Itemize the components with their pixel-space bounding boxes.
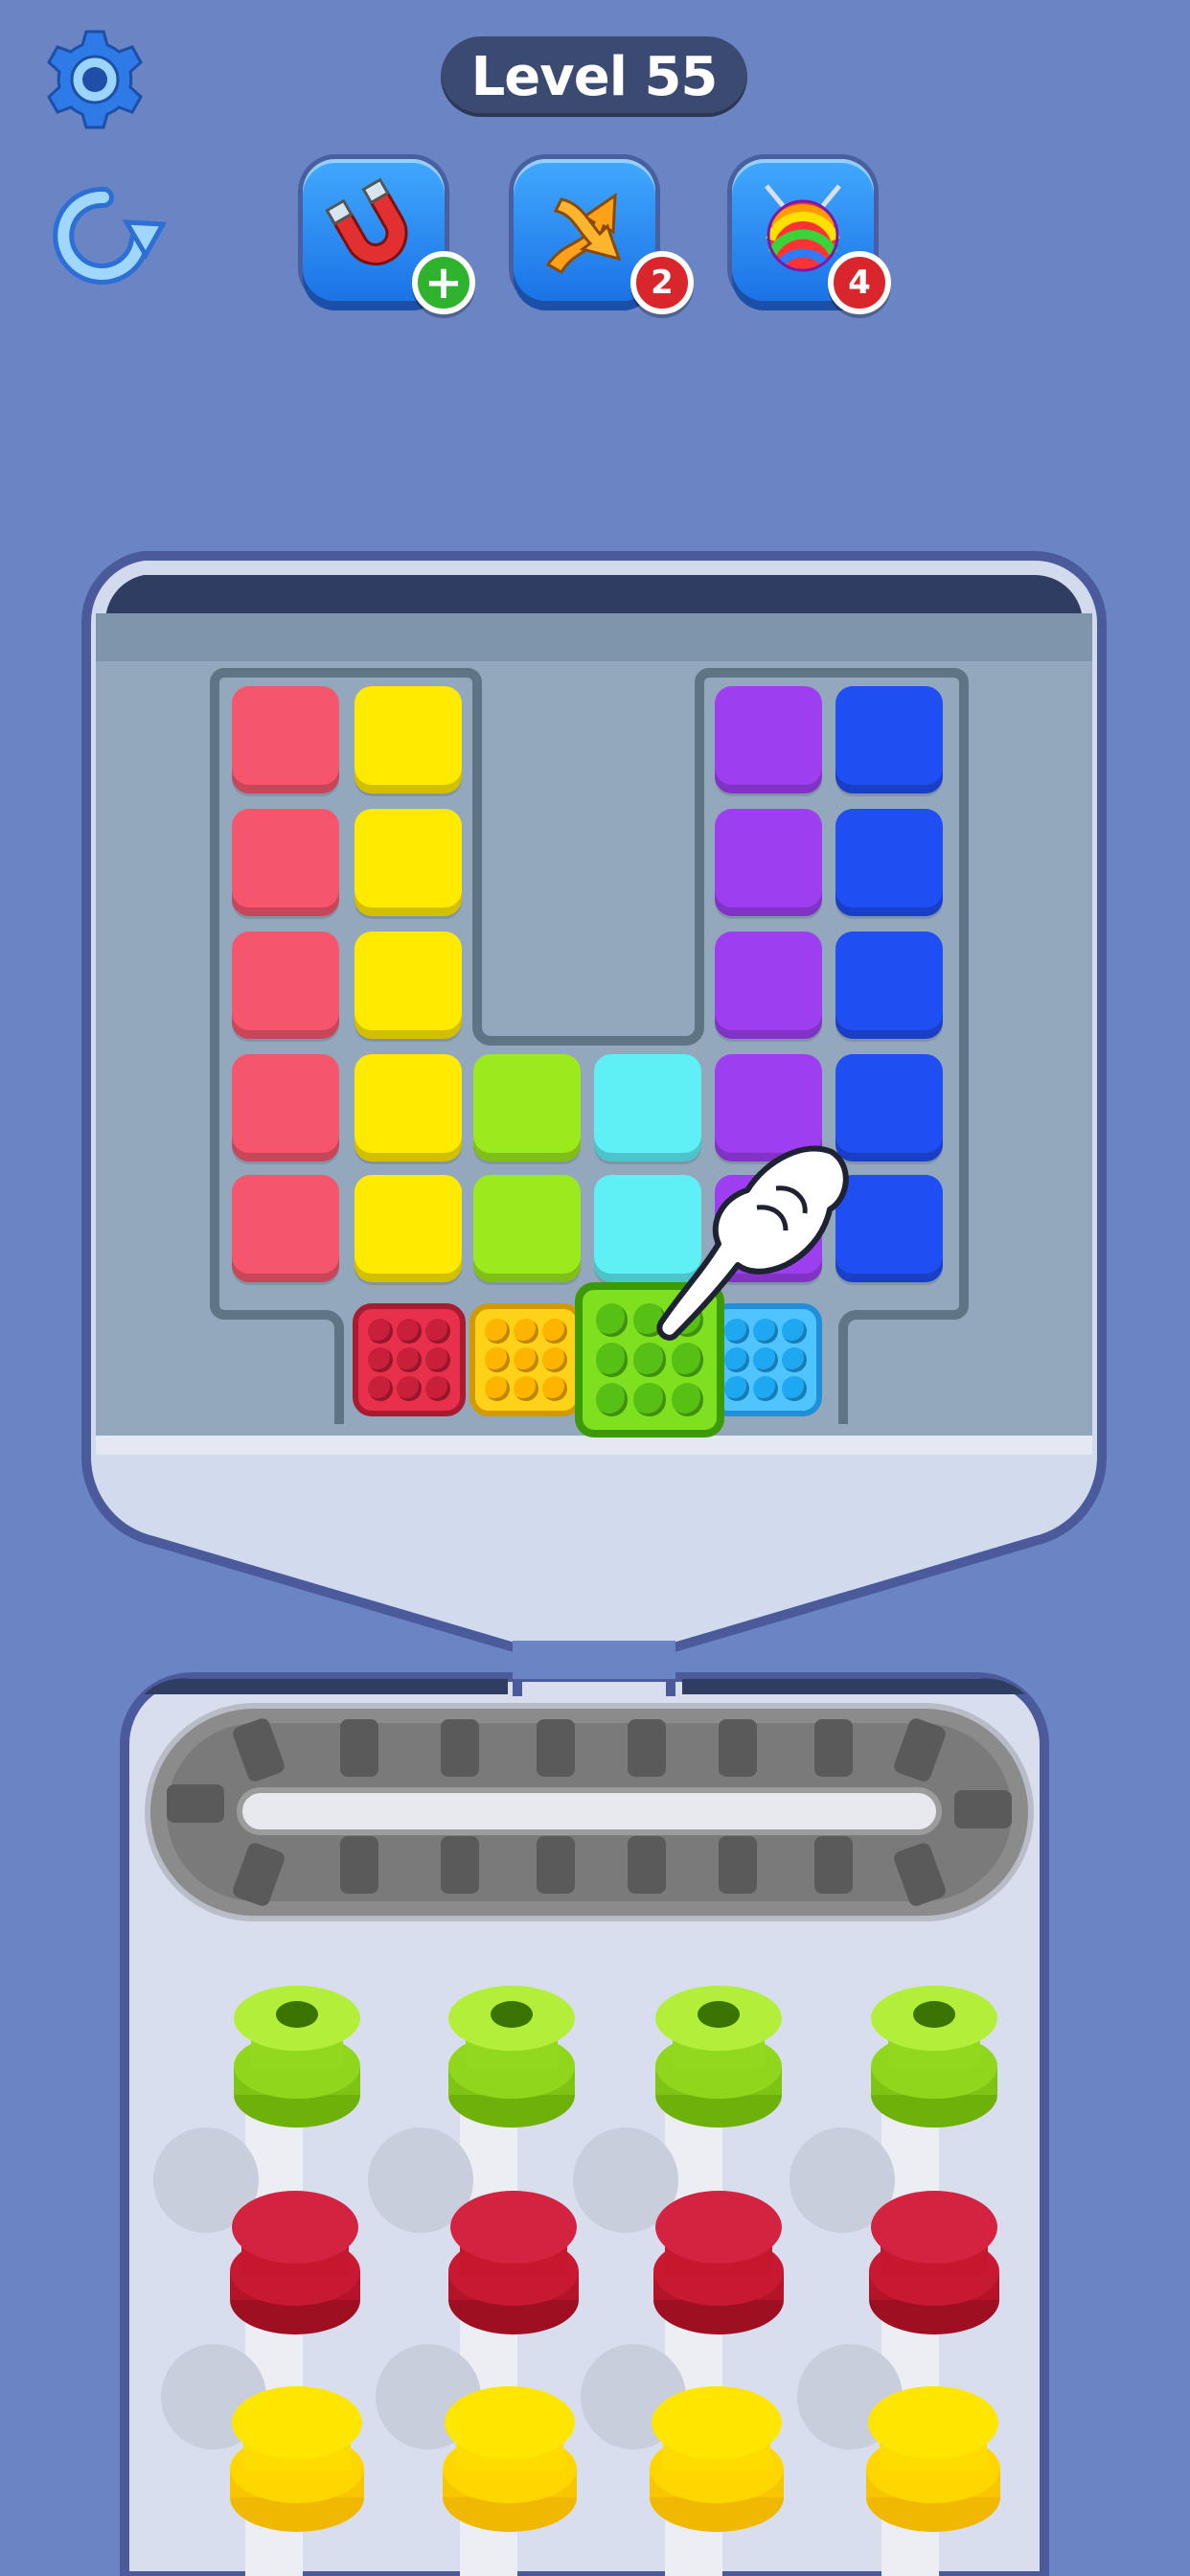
spool-yellow[interactable] xyxy=(230,2386,364,2532)
yarn-box-yellow[interactable] xyxy=(469,1303,583,1416)
pointing-hand-icon xyxy=(656,1145,849,1341)
block-pink[interactable] xyxy=(232,1175,339,1282)
block-blue[interactable] xyxy=(835,809,943,916)
spool-lime[interactable] xyxy=(871,1986,997,2128)
spool-lime[interactable] xyxy=(655,1986,782,2128)
block-yellow[interactable] xyxy=(355,932,462,1039)
conveyor-belt xyxy=(145,1703,1034,1921)
block-lime[interactable] xyxy=(473,1054,581,1162)
spool-lime[interactable] xyxy=(448,1986,575,2128)
block-pink[interactable] xyxy=(232,932,339,1039)
block-blue[interactable] xyxy=(835,686,943,794)
spools xyxy=(230,1986,1000,2532)
block-yellow[interactable] xyxy=(355,686,462,794)
spool-yellow[interactable] xyxy=(443,2386,577,2532)
spool-yellow[interactable] xyxy=(866,2386,1000,2532)
spool-lime[interactable] xyxy=(234,1986,360,2128)
block-purple[interactable] xyxy=(715,809,822,916)
spool-red[interactable] xyxy=(230,2191,360,2334)
spool-red[interactable] xyxy=(653,2191,784,2334)
spool-yellow[interactable] xyxy=(650,2386,784,2532)
block-pink[interactable] xyxy=(232,1054,339,1162)
block-pink[interactable] xyxy=(232,686,339,794)
yarn-box-red[interactable] xyxy=(353,1303,466,1416)
block-grid xyxy=(0,0,1190,1533)
block-blue[interactable] xyxy=(835,932,943,1039)
spool-red[interactable] xyxy=(448,2191,579,2334)
block-yellow[interactable] xyxy=(355,1054,462,1162)
block-yellow[interactable] xyxy=(355,1175,462,1282)
block-lime[interactable] xyxy=(473,1175,581,1282)
block-purple[interactable] xyxy=(715,932,822,1039)
block-yellow[interactable] xyxy=(355,809,462,916)
block-purple[interactable] xyxy=(715,686,822,794)
spool-red[interactable] xyxy=(869,2191,999,2334)
block-pink[interactable] xyxy=(232,809,339,916)
